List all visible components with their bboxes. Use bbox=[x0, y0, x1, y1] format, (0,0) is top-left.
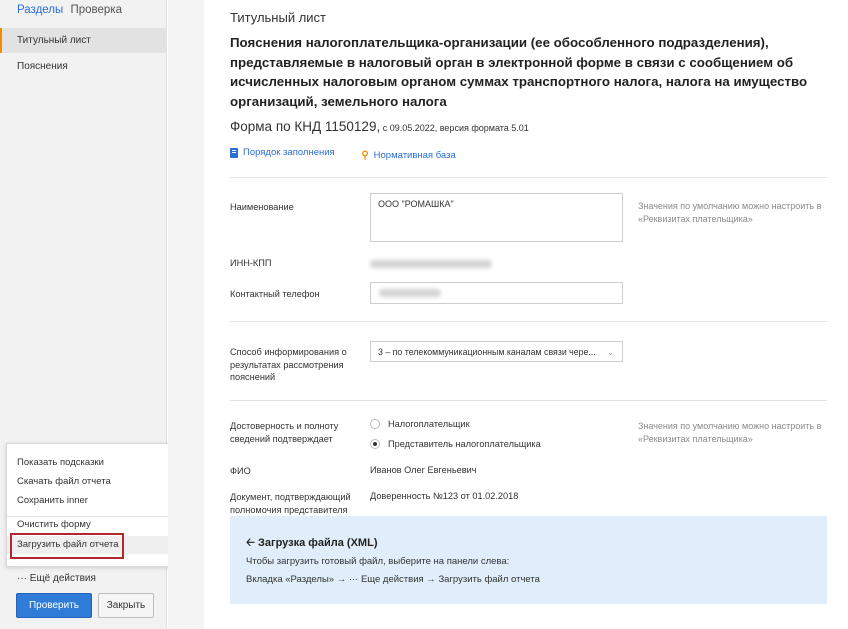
phone-label: Контактный телефон bbox=[230, 289, 320, 299]
book-icon bbox=[230, 147, 238, 158]
knd-version: с 09.05.2022, версия формата 5.01 bbox=[380, 123, 529, 133]
normative-link[interactable]: ⚲ Нормативная база bbox=[361, 150, 455, 161]
doc-value: Доверенность №123 от 01.02.2018 bbox=[370, 491, 519, 501]
form-title: Пояснения налогоплательщика-организации … bbox=[230, 35, 808, 109]
more-actions-button[interactable]: ··· Ещё действия bbox=[17, 573, 96, 584]
arrow-left-icon: 🡠 bbox=[246, 537, 255, 549]
inn-value-redacted bbox=[370, 260, 492, 268]
tab-sections[interactable]: Разделы bbox=[17, 4, 63, 16]
fio-label: ФИО bbox=[230, 466, 251, 476]
main-content: Титульный лист Пояснения налогоплательщи… bbox=[204, 0, 848, 629]
phone-field[interactable] bbox=[370, 282, 623, 304]
radio-taxpayer-label: Налогоплательщик bbox=[388, 419, 470, 429]
radio-icon bbox=[370, 419, 380, 429]
tab-check[interactable]: Проверка bbox=[70, 4, 122, 16]
divider bbox=[230, 177, 827, 178]
upload-info-title: 🡠 Загрузка файла (XML) bbox=[246, 534, 377, 553]
fill-order-link[interactable]: Порядок заполнения bbox=[230, 147, 335, 158]
normative-label: Нормативная база bbox=[373, 149, 456, 161]
chevron-down-icon: ⌄ bbox=[607, 348, 614, 357]
fill-order-label: Порядок заполнения bbox=[243, 147, 335, 158]
confirm-label: Достоверность и полноту сведений подтвер… bbox=[230, 421, 339, 444]
highlight-frame bbox=[10, 533, 124, 559]
more-actions-menu: Показать подсказки Скачать файл отчета С… bbox=[6, 443, 169, 567]
confirm-hint: Значения по умолчанию можно настроить в … bbox=[638, 421, 822, 444]
knd-number: Форма по КНД 1150129, bbox=[230, 119, 381, 134]
menu-download-report[interactable]: Скачать файл отчета bbox=[7, 473, 168, 491]
name-label: Наименование bbox=[230, 202, 294, 212]
upload-info-line-1: Чтобы загрузить готовый файл, выберите н… bbox=[246, 556, 510, 567]
upload-info-line-2: Вкладка «Разделы» → ··· Еще действия → З… bbox=[246, 574, 540, 585]
inform-label: Способ информирования о результатах расс… bbox=[230, 347, 347, 382]
divider bbox=[230, 321, 827, 322]
name-field[interactable]: ООО "РОМАШКА" bbox=[370, 193, 623, 242]
radio-representative-label: Представитель налогоплательщика bbox=[388, 439, 541, 449]
upload-info-panel: 🡠 Загрузка файла (XML) Чтобы загрузить г… bbox=[230, 516, 827, 604]
name-value: ООО "РОМАШКА" bbox=[378, 199, 454, 209]
close-button[interactable]: Закрыть bbox=[98, 593, 154, 618]
sidebar-item-title-page[interactable]: Титульный лист bbox=[0, 28, 167, 53]
menu-save-inner[interactable]: Сохранить inner bbox=[7, 492, 168, 510]
page-heading: Титульный лист bbox=[230, 10, 327, 25]
radio-representative[interactable]: Представитель налогоплательщика bbox=[370, 439, 541, 449]
sidebar: Разделы Проверка Титульный лист Пояснени… bbox=[0, 0, 169, 629]
sidebar-gutter bbox=[168, 0, 204, 629]
phone-value-redacted bbox=[379, 289, 441, 297]
upload-info-title-text: Загрузка файла (XML) bbox=[257, 537, 378, 549]
form-knd: Форма по КНД 1150129, с 09.05.2022, верс… bbox=[230, 118, 529, 136]
inform-select[interactable]: 3 – по телекоммуникационным каналам связ… bbox=[370, 341, 623, 362]
menu-show-hints[interactable]: Показать подсказки bbox=[7, 454, 168, 472]
name-hint: Значения по умолчанию можно настроить в … bbox=[638, 201, 822, 224]
menu-clear-form[interactable]: Очистить форму bbox=[7, 516, 168, 534]
search-icon: ⚲ bbox=[361, 149, 369, 161]
doc-label: Документ, подтверждающий полномочия пред… bbox=[230, 492, 351, 515]
radio-taxpayer[interactable]: Налогоплательщик bbox=[370, 419, 470, 429]
sidebar-tabs: Разделы Проверка bbox=[17, 4, 126, 16]
sidebar-item-explanations[interactable]: Пояснения bbox=[0, 54, 167, 79]
inn-label: ИНН-КПП bbox=[230, 258, 272, 268]
form-links: Порядок заполнения ⚲ Нормативная база bbox=[230, 147, 480, 161]
divider bbox=[230, 400, 827, 401]
check-button[interactable]: Проверить bbox=[16, 593, 92, 618]
inform-value: 3 – по телекоммуникационным каналам связ… bbox=[378, 347, 596, 357]
radio-selected-icon bbox=[370, 439, 380, 449]
fio-value: Иванов Олег Евгеньевич bbox=[370, 465, 477, 475]
